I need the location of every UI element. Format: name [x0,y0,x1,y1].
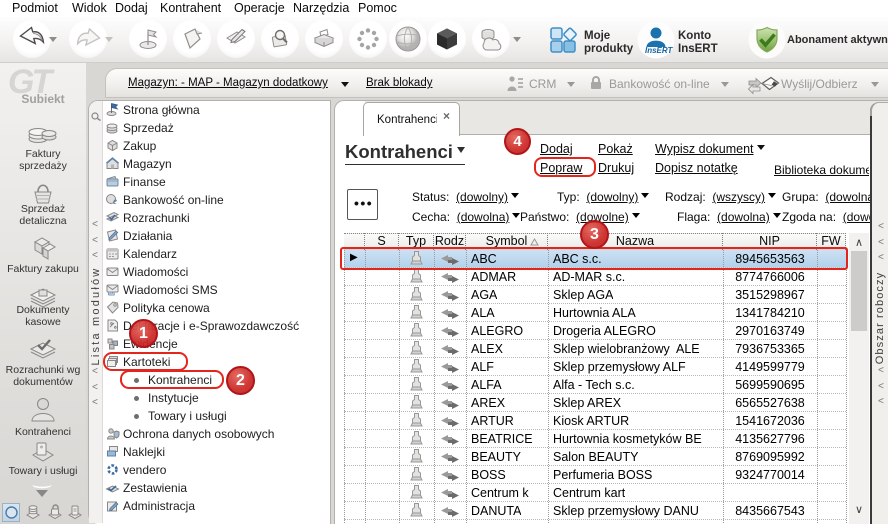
svg-text:e: e [113,196,117,206]
svg-text:SMS: SMS [109,292,117,296]
svg-text:InsERT: InsERT [645,46,674,55]
